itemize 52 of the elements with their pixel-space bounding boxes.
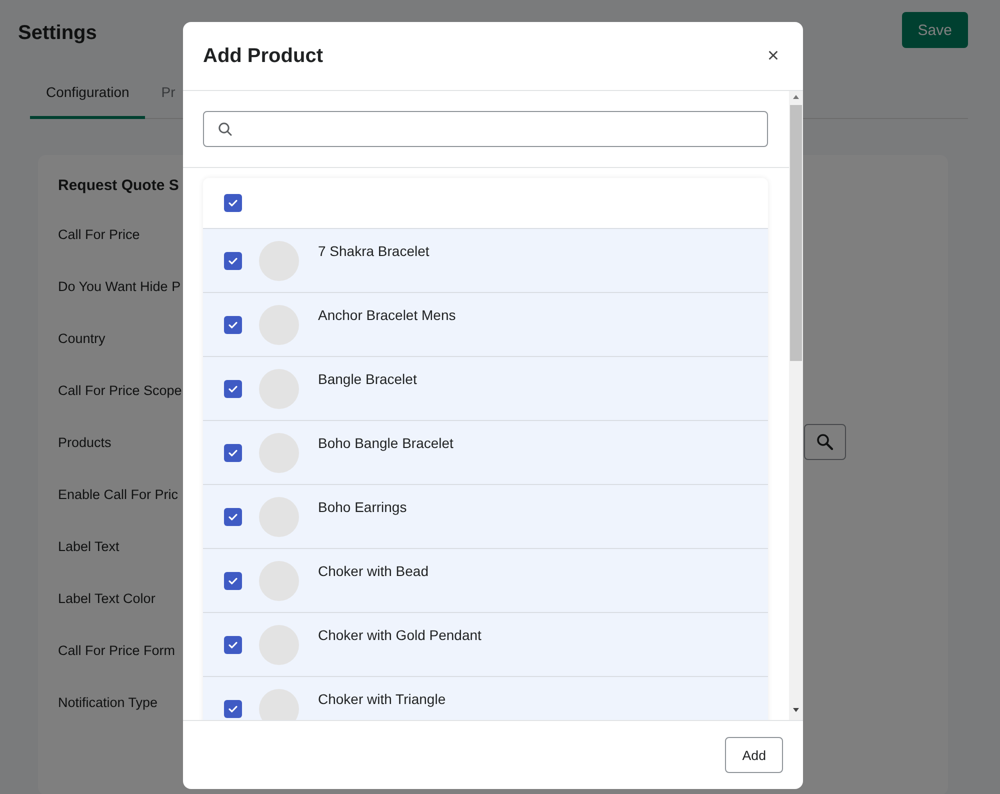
product-name: Boho Earrings bbox=[318, 499, 407, 515]
close-button[interactable]: × bbox=[763, 44, 783, 68]
product-row[interactable]: Choker with Bead bbox=[203, 549, 768, 613]
product-row[interactable]: Choker with Triangle bbox=[203, 677, 768, 720]
product-name: Choker with Triangle bbox=[318, 691, 446, 707]
search-icon bbox=[218, 122, 232, 136]
search-icon bbox=[817, 434, 833, 450]
product-checkbox[interactable] bbox=[224, 508, 242, 526]
product-name: Boho Bangle Bracelet bbox=[318, 435, 454, 451]
field-label: Label Text Color bbox=[58, 590, 156, 606]
field-label: Country bbox=[58, 330, 106, 346]
modal-title: Add Product bbox=[203, 44, 323, 68]
product-name: Choker with Bead bbox=[318, 563, 429, 579]
photo-placeholder bbox=[259, 625, 299, 665]
product-checkbox[interactable] bbox=[224, 572, 242, 590]
photo-placeholder bbox=[259, 241, 299, 281]
photo-placeholder bbox=[259, 497, 299, 537]
photo-placeholder bbox=[259, 433, 299, 473]
product-row[interactable]: Choker with Gold Pendant bbox=[203, 613, 768, 677]
product-name: Anchor Bracelet Mens bbox=[318, 307, 456, 323]
tab[interactable]: Configuration bbox=[30, 76, 146, 119]
product-search-button[interactable] bbox=[804, 424, 846, 460]
product-name: Bangle Bracelet bbox=[318, 371, 417, 387]
product-name: Choker with Gold Pendant bbox=[318, 627, 482, 643]
product-checkbox[interactable] bbox=[224, 700, 242, 718]
field-label: Call For Price bbox=[58, 226, 140, 242]
product-checkbox[interactable] bbox=[224, 316, 242, 334]
field-label: Enable Call For Pric bbox=[58, 486, 178, 502]
photo-placeholder bbox=[259, 305, 299, 345]
product-checkbox[interactable] bbox=[224, 252, 242, 270]
product-row[interactable]: 7 Shakra Bracelet bbox=[203, 229, 768, 293]
field-label: Label Text bbox=[58, 538, 120, 554]
field-label: Call For Price Form bbox=[58, 642, 176, 658]
product-name: 7 Shakra Bracelet bbox=[318, 243, 430, 259]
search-field[interactable] bbox=[203, 111, 768, 147]
field-label: Notification Type bbox=[58, 694, 158, 710]
field-label: Do You Want Hide P bbox=[58, 278, 181, 294]
field-label: Products bbox=[58, 434, 112, 450]
field-label: Call For Price Scope bbox=[58, 382, 182, 398]
select-all-checkbox[interactable] bbox=[224, 194, 242, 212]
product-row[interactable]: Boho Bangle Bracelet bbox=[203, 421, 768, 485]
product-row[interactable]: Boho Earrings bbox=[203, 485, 768, 549]
product-checkbox[interactable] bbox=[224, 380, 242, 398]
add-button[interactable]: Add bbox=[725, 737, 783, 773]
product-row[interactable]: Anchor Bracelet Mens bbox=[203, 293, 768, 357]
photo-placeholder bbox=[259, 561, 299, 601]
product-row[interactable]: Bangle Bracelet bbox=[203, 357, 768, 421]
page-title: Settings bbox=[18, 20, 97, 44]
product-checkbox[interactable] bbox=[224, 444, 242, 462]
photo-placeholder bbox=[259, 369, 299, 409]
card-title: Request Quote S bbox=[58, 177, 180, 194]
product-checkbox[interactable] bbox=[224, 636, 242, 654]
